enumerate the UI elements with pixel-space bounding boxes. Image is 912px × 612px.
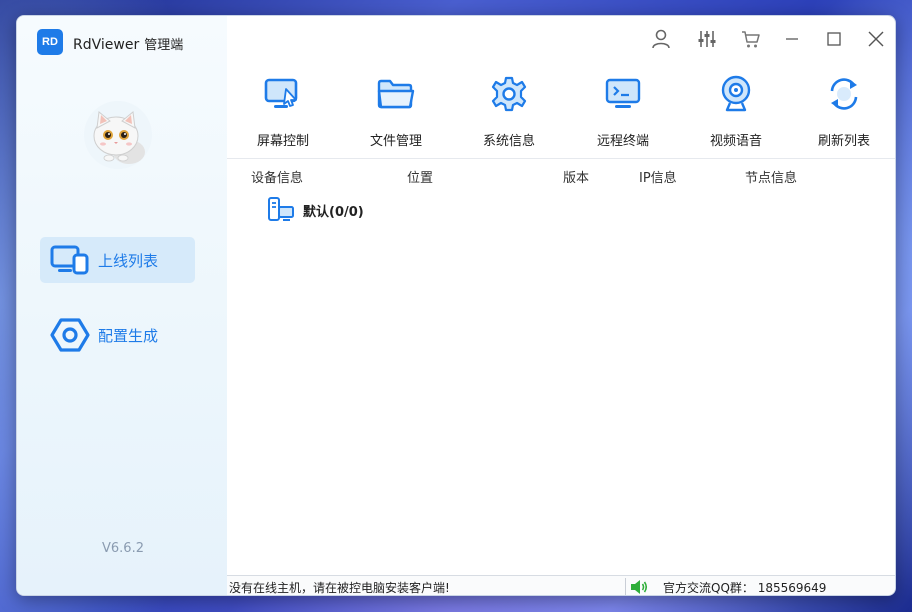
system-info-button[interactable]: 系统信息: [459, 74, 559, 158]
app-title: RdViewer 管理端: [73, 34, 183, 53]
settings-sliders-button[interactable]: [694, 26, 720, 52]
folder-icon: [376, 74, 416, 114]
status-separator: [625, 578, 626, 595]
sidebar-item-label: 上线列表: [98, 251, 159, 270]
app-name: RdViewer: [73, 37, 140, 53]
sidebar: RD RdViewer 管理端 上线列表 配置生成 V6.6.2: [17, 16, 227, 595]
remote-terminal-button[interactable]: 远程终端: [573, 74, 673, 158]
video-voice-button[interactable]: 视频语音: [686, 74, 786, 158]
user-button[interactable]: [648, 26, 674, 52]
screen-control-button[interactable]: 屏幕控制: [233, 74, 333, 158]
app-window: RD RdViewer 管理端 上线列表 配置生成 V6.6.2 屏幕控制 文件…: [16, 15, 896, 596]
minimize-button[interactable]: [779, 26, 805, 52]
screen-control-icon: [263, 74, 303, 114]
minimize-icon: [786, 38, 798, 40]
device-group-icon: [268, 197, 294, 221]
device-group-label: 默认(0/0): [303, 204, 364, 220]
tool-label: 文件管理: [369, 134, 422, 149]
tool-label: 远程终端: [596, 134, 649, 149]
column-header-node-info[interactable]: 节点信息: [745, 167, 797, 186]
sidebar-item-online-list[interactable]: 上线列表: [40, 237, 195, 283]
sidebar-item-config-generate[interactable]: 配置生成: [40, 312, 195, 358]
cat-avatar-icon: [84, 101, 152, 169]
column-header-location[interactable]: 位置: [407, 167, 433, 186]
column-header-device-info[interactable]: 设备信息: [251, 167, 303, 186]
gear-icon: [489, 74, 529, 114]
sidebar-item-label: 配置生成: [98, 326, 159, 345]
column-header-version[interactable]: 版本: [563, 167, 589, 186]
hex-nut-icon: [48, 317, 92, 353]
maximize-button[interactable]: [821, 26, 847, 52]
qq-group-info: 官方交流QQ群： 185569649: [663, 581, 827, 595]
app-logo: RD: [37, 29, 63, 55]
tool-label: 系统信息: [482, 134, 535, 149]
file-manager-button[interactable]: 文件管理: [346, 74, 446, 158]
close-button[interactable]: [863, 26, 889, 52]
close-icon: [868, 31, 884, 47]
column-header-ip-info[interactable]: IP信息: [639, 167, 677, 186]
maximize-icon: [827, 32, 841, 46]
status-bar: 没有在线主机，请在被控电脑安装客户端! 官方交流QQ群： 185569649: [227, 575, 895, 595]
status-message: 没有在线主机，请在被控电脑安装客户端!: [229, 581, 450, 595]
toolbar: 屏幕控制 文件管理 系统信息 远程终端 视频语音 刷新列表: [227, 74, 895, 158]
monitor-devices-icon: [48, 242, 92, 278]
refresh-list-button[interactable]: 刷新列表: [794, 74, 894, 158]
cart-button[interactable]: [738, 26, 764, 52]
tool-label: 屏幕控制: [256, 134, 309, 149]
webcam-icon: [716, 74, 756, 114]
cart-icon: [742, 31, 760, 48]
avatar[interactable]: [83, 100, 153, 170]
toolbar-divider: [227, 158, 895, 159]
refresh-icon: [824, 74, 864, 114]
app-subtitle: 管理端: [144, 38, 184, 53]
sliders-icon: [698, 31, 716, 47]
tool-label: 刷新列表: [817, 134, 870, 149]
user-icon: [652, 29, 670, 49]
device-group-default[interactable]: 默认(0/0): [267, 196, 364, 224]
version-label: V6.6.2: [102, 541, 144, 556]
speaker-icon[interactable]: [629, 579, 649, 595]
terminal-icon: [603, 74, 643, 114]
tool-label: 视频语音: [709, 134, 762, 149]
